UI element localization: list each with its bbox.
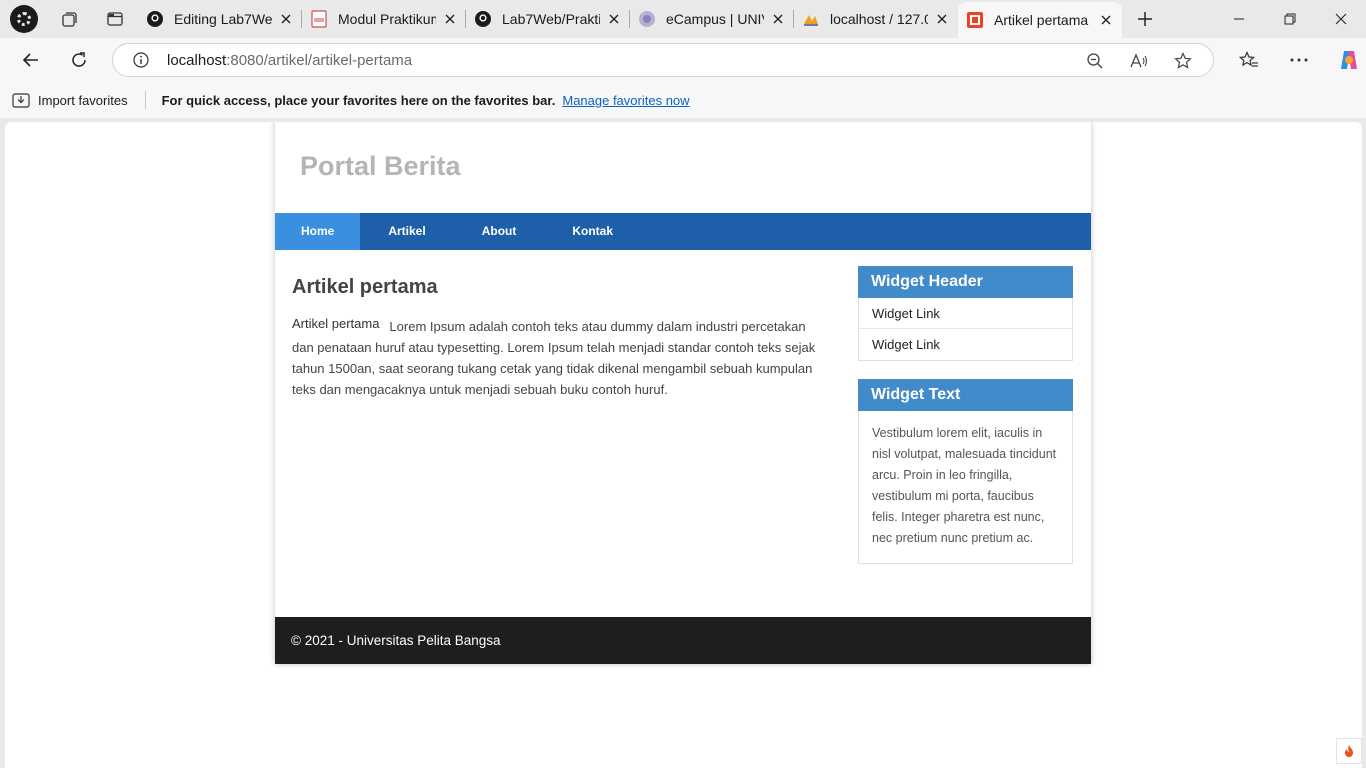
widget-link[interactable]: Widget Link [859,298,1072,329]
browser-tab[interactable]: Lab7Web/Praktikum [466,0,630,38]
widget-text-body: Vestibulum lorem elit, iaculis in nisl v… [872,426,1057,545]
url-path: :8080/artikel/artikel-pertama [226,51,413,69]
address-toolbar: localhost:8080/artikel/artikel-pertama [0,38,1366,82]
close-icon[interactable] [934,11,950,27]
zoom-icon[interactable] [1073,44,1117,78]
site-info-icon[interactable] [129,48,153,72]
divider [144,91,146,109]
minimize-button[interactable] [1213,0,1264,38]
restore-button[interactable] [1264,0,1315,38]
sidebar: Widget Header Widget Link Widget Link Wi… [858,266,1073,582]
article-image: Artikel pertama [292,316,379,331]
tab-title: Editing Lab7Web [174,11,272,27]
new-tab-button[interactable] [1122,0,1168,38]
favorite-star-icon[interactable] [1161,44,1205,78]
import-favorites-icon [12,93,30,108]
widget-header: Widget Header [858,266,1073,298]
ecampus-icon [638,10,656,28]
site-footer: © 2021 - Universitas Pelita Bangsa [275,617,1091,664]
refresh-button[interactable] [55,38,103,82]
article-heading: Artikel pertama [292,276,438,298]
widget-header: Widget Text [858,379,1073,411]
close-icon[interactable] [1098,12,1114,28]
manage-favorites-link[interactable]: Manage favorites now [562,93,689,108]
tab-strip: Editing Lab7Web Modul Praktikum Lab7Web/… [0,0,1366,38]
favorites-bar-message: For quick access, place your favorites h… [161,92,556,108]
tab-title: Modul Praktikum [338,11,436,27]
codeigniter-icon [966,11,984,29]
site-container: Portal Berita Home Artikel About Kontak … [275,122,1091,664]
close-icon[interactable] [770,11,786,27]
github-icon [474,10,492,28]
tab-actions-icon[interactable] [92,0,138,38]
more-menu-icon[interactable] [1274,38,1324,82]
read-aloud-icon[interactable] [1117,44,1161,78]
favorites-icon[interactable] [1224,38,1274,82]
article-body: Artikel pertama Lorem Ipsum adalah contoh… [292,316,827,400]
close-icon[interactable] [278,11,294,27]
tab-title: eCampus | UNIV [666,11,764,27]
main-nav: Home Artikel About Kontak [275,213,1091,250]
nav-about[interactable]: About [454,213,545,250]
browser-tab[interactable]: Modul Praktikum [302,0,466,38]
tab-title: Artikel pertama [994,12,1089,28]
url-host: localhost [167,51,227,69]
site-title: Portal Berita [300,151,461,181]
pdf-icon [310,10,328,28]
workspaces-icon[interactable] [46,0,92,38]
import-favorites-button[interactable]: Import favorites [12,92,128,108]
plus-icon [1138,12,1152,26]
close-icon[interactable] [606,11,622,27]
main-content: Artikel pertama Artikel pertama Lorem Ips… [292,276,827,400]
close-icon[interactable] [442,11,458,27]
back-arrow-icon [22,53,38,67]
browser-tab[interactable]: eCampus | UNIV [630,0,794,38]
widget-links: Widget Header Widget Link Widget Link [858,266,1073,361]
import-favorites-label: Import favorites [38,92,128,108]
profile-avatar[interactable] [10,5,38,33]
phpmyadmin-icon [802,10,820,28]
address-field[interactable]: localhost:8080/artikel/artikel-pertama [112,43,1214,77]
browser-tab[interactable]: localhost / 127.0 [794,0,958,38]
nav-kontak[interactable]: Kontak [544,213,641,250]
nav-home[interactable]: Home [275,213,361,250]
flame-icon[interactable] [1336,738,1362,764]
site-header: Portal Berita [275,122,1091,213]
browser-tab[interactable]: Editing Lab7Web [138,0,302,38]
page-viewport: Portal Berita Home Artikel About Kontak … [5,122,1362,768]
back-button[interactable] [7,38,55,82]
github-icon [146,10,164,28]
widget-text: Widget Text Vestibulum lorem elit, iacul… [858,379,1073,564]
tab-title: localhost / 127.0 [830,11,928,27]
widget-link[interactable]: Widget Link [859,329,1072,360]
browser-tab-active[interactable]: Artikel pertama [958,2,1122,38]
tab-title: Lab7Web/Praktikum [502,11,600,27]
refresh-icon [72,52,86,67]
article-image-alt: Artikel pertama [292,316,380,331]
nav-artikel[interactable]: Artikel [360,213,453,250]
copilot-icon[interactable] [1324,38,1366,82]
close-window-button[interactable] [1315,0,1366,38]
favorites-bar: Import favorites For quick access, place… [0,82,1366,118]
